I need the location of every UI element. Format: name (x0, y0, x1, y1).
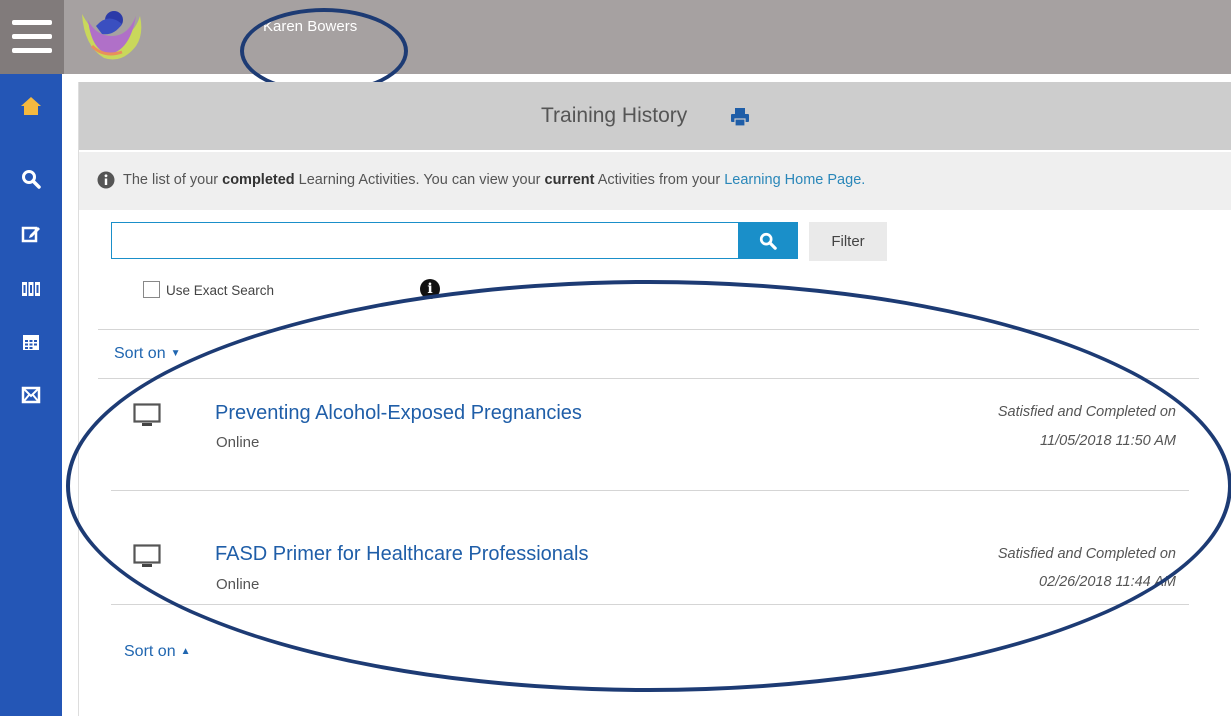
activity-title[interactable]: Preventing Alcohol-Exposed Pregnancies (215, 402, 582, 425)
activity-type: Online (216, 576, 260, 593)
caret-down-icon: ▼ (170, 348, 181, 360)
main-content: Training History The list of your comple… (78, 82, 1231, 716)
completion-status: Satisfied and Completed on (997, 546, 1176, 562)
exact-search-label: Use Exact Search (166, 283, 275, 298)
exact-search-checkbox[interactable] (143, 281, 160, 298)
divider (98, 378, 1199, 379)
completion-status: Satisfied and Completed on (997, 404, 1176, 420)
divider (111, 604, 1189, 605)
caret-up-icon: ▲ (180, 646, 191, 658)
activity-title[interactable]: FASD Primer for Healthcare Professionals (215, 543, 588, 566)
title-bar: Training History (79, 82, 1231, 150)
activity-type: Online (216, 434, 260, 451)
info-icon (97, 171, 115, 189)
learning-home-page-link[interactable]: Learning Home Page. (724, 172, 865, 188)
sort-dropdown-bottom[interactable]: Sort on ▲ (124, 643, 191, 661)
completion-date: 11/05/2018 11:50 AM (1040, 433, 1176, 449)
home-icon[interactable] (19, 94, 43, 118)
mail-icon[interactable] (19, 383, 43, 407)
info-message: The list of your completed Learning Acti… (123, 172, 866, 188)
search-button[interactable] (738, 222, 798, 259)
search-icon[interactable] (19, 167, 43, 191)
user-name[interactable]: Karen Bowers (263, 18, 357, 35)
top-bar: Karen Bowers (0, 0, 1231, 74)
search-icon (759, 232, 777, 250)
organization-logo (82, 11, 142, 60)
calendar-icon[interactable] (19, 330, 43, 354)
sort-dropdown-top[interactable]: Sort on ▼ (114, 345, 181, 363)
completion-date: 02/26/2018 11:44 AM (1038, 574, 1176, 590)
hamburger-menu-icon[interactable] (0, 0, 64, 74)
edit-icon[interactable] (19, 222, 43, 246)
page-title: Training History (541, 104, 688, 127)
divider (111, 490, 1189, 491)
sidebar (0, 74, 62, 716)
monitor-icon (133, 403, 161, 426)
monitor-icon (133, 544, 161, 567)
print-icon[interactable] (730, 107, 750, 127)
info-bar: The list of your completed Learning Acti… (79, 152, 1231, 210)
divider (98, 329, 1199, 330)
search-input[interactable] (111, 222, 739, 259)
catalog-icon[interactable] (19, 277, 43, 301)
info-icon[interactable]: i (420, 279, 440, 299)
filter-button[interactable]: Filter (809, 222, 887, 261)
